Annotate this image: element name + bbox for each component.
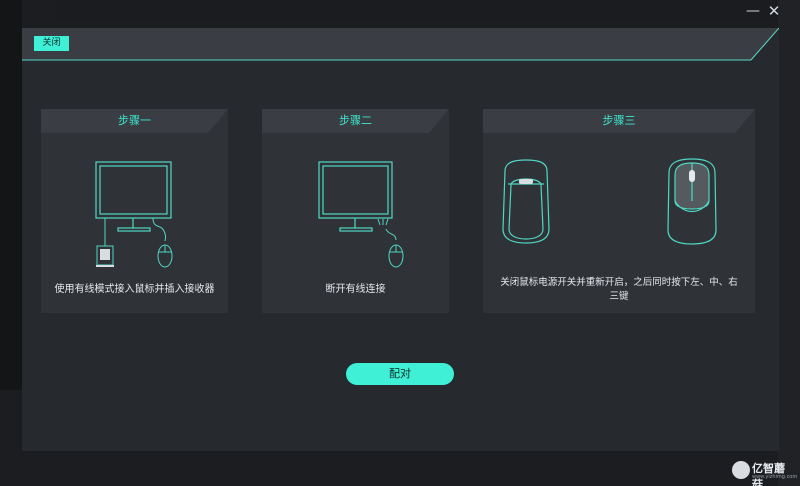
monitor-icon (318, 161, 393, 232)
step-two-text: 断开有线连接 (325, 284, 386, 295)
dialog-header: 关闭 (22, 28, 779, 61)
monitor-icon (95, 161, 172, 232)
step-one-text: 使用有线模式接入鼠标并插入接收器 (54, 284, 215, 295)
close-button[interactable]: 关闭 (34, 36, 69, 51)
pair-button[interactable]: 配对 (346, 363, 454, 385)
mouse-bottom-icon (502, 159, 550, 244)
app-topbar (55, 0, 800, 20)
step-three-panel: 步骤三 关闭鼠标电源开关并重新开启，之后同时按下左、中、右 三键 (483, 109, 755, 313)
watermark: 亿智蘑菇 www.yizhimg.com (732, 460, 798, 486)
mushroom-logo-icon (732, 461, 750, 479)
app-left-edge (0, 0, 22, 390)
minimize-icon[interactable]: — (744, 2, 762, 20)
unplug-sparks-icon (377, 218, 389, 226)
step-three-text-line1: 关闭鼠标电源开关并重新开启，之后同时按下左、中、右 (500, 277, 738, 288)
app-right-edge (778, 0, 800, 486)
step-three-text-line2: 三键 (609, 291, 629, 302)
window-close-icon[interactable]: ✕ (765, 2, 783, 20)
usb-receiver-icon (96, 218, 114, 267)
watermark-url: www.yizhimg.com (752, 474, 798, 480)
mouse-icon (385, 228, 404, 268)
step-two-panel: 步骤二 断开有线连接 (262, 109, 449, 313)
mouse-top-icon (667, 158, 717, 245)
dialog-header-shape (22, 28, 779, 61)
pairing-dialog: 关闭 步骤一 使用有线模式接入鼠标并插入接收器 步骤二 断开有线连接 步骤三 关… (22, 28, 779, 451)
watermark-name: 亿智蘑菇 (752, 462, 785, 486)
mouse-icon (152, 217, 173, 268)
step-one-panel: 步骤一 使用有线模式接入鼠标并插入接收器 (41, 109, 228, 313)
